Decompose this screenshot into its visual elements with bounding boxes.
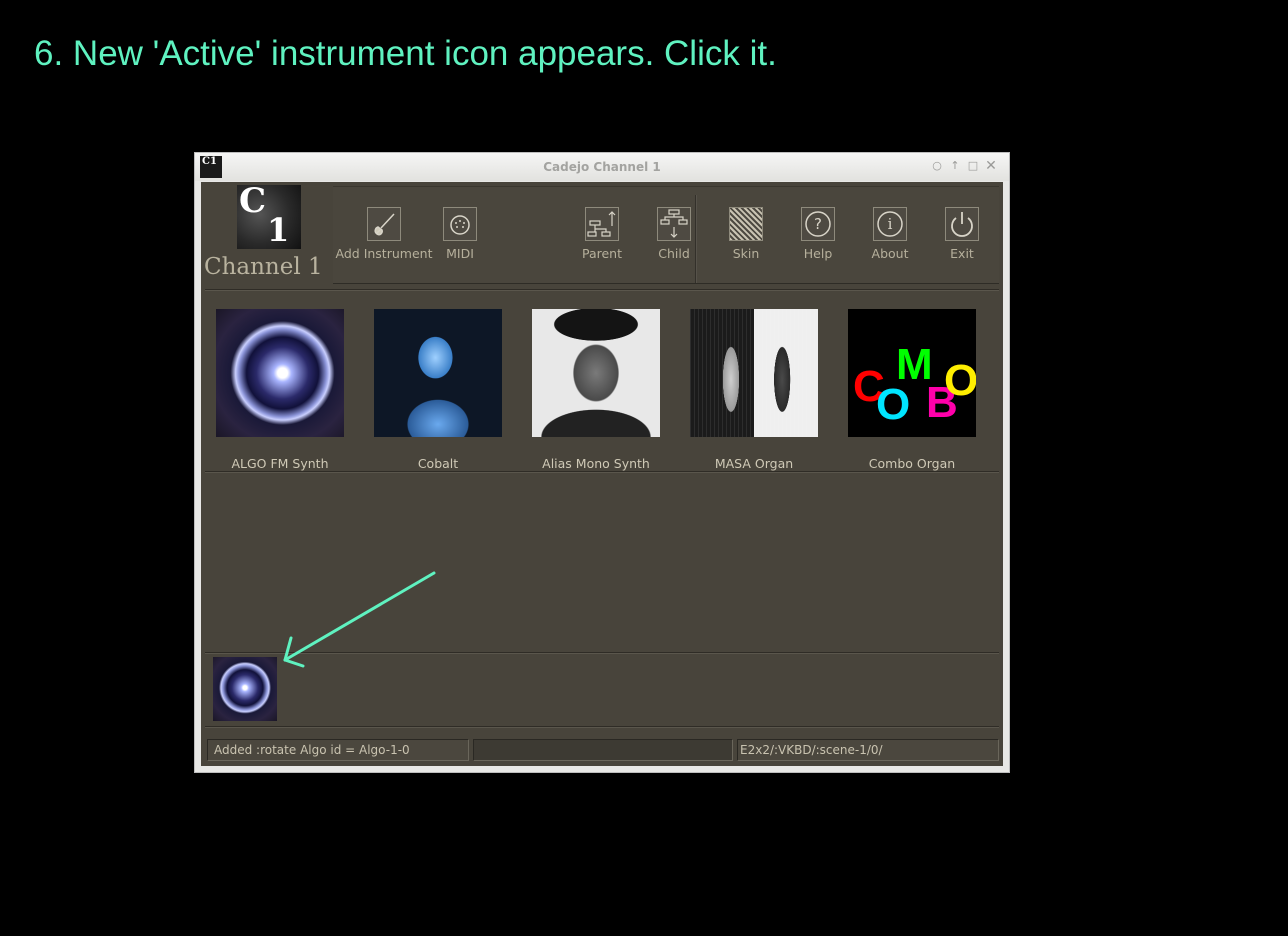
channel-label: Channel 1 — [204, 254, 323, 280]
circle-icon[interactable]: ○ — [930, 159, 944, 173]
alias-thumbnail — [532, 309, 660, 437]
tool-label: Skin — [732, 246, 760, 261]
tool-label: Help — [803, 246, 833, 261]
instrument-label: MASA Organ — [714, 456, 794, 471]
instrument-label: ALGO FM Synth — [231, 456, 329, 471]
status-path-text: E2x2/:VKBD/:scene-1/0/ — [740, 743, 883, 757]
svg-text:?: ? — [814, 215, 822, 233]
instrument-label: Cobalt — [417, 456, 459, 471]
midi-button[interactable]: MIDI — [425, 207, 495, 261]
instrument-label: Combo Organ — [868, 456, 956, 471]
instrument-algo-fm-synth[interactable]: ALGO FM Synth — [205, 309, 355, 471]
power-icon — [945, 207, 979, 241]
midi-connector-icon — [443, 207, 477, 241]
progress-bar — [473, 739, 733, 761]
instrument-alias-mono-synth[interactable]: Alias Mono Synth — [521, 309, 671, 471]
tool-label: Add Instrument — [335, 246, 433, 261]
tool-label: Child — [658, 246, 690, 261]
tool-label: Parent — [581, 246, 622, 261]
add-instrument-button[interactable]: Add Instrument — [333, 207, 435, 261]
help-button[interactable]: ? Help — [783, 207, 853, 261]
channel-logo: C 1 — [237, 181, 301, 249]
skin-button[interactable]: Skin — [711, 207, 781, 261]
window-title: Cadejo Channel 1 — [543, 160, 661, 174]
parent-button[interactable]: Parent — [567, 207, 637, 261]
tree-down-icon — [657, 207, 691, 241]
channel-header: C 1 Channel 1 — [201, 181, 329, 282]
instrument-masa-organ[interactable]: MASA Organ — [679, 309, 829, 471]
cobalt-thumbnail — [374, 309, 502, 437]
instrument-cobalt[interactable]: Cobalt — [363, 309, 513, 471]
active-instrument-icon[interactable] — [213, 657, 277, 721]
divider — [205, 289, 999, 291]
maximize-icon[interactable]: □ — [966, 159, 980, 173]
algo-thumbnail — [216, 309, 344, 437]
tree-up-icon — [585, 207, 619, 241]
about-button[interactable]: i About — [855, 207, 925, 261]
texture-icon — [729, 207, 763, 241]
tool-label: About — [871, 246, 909, 261]
close-icon[interactable]: ✕ — [984, 159, 998, 173]
exit-button[interactable]: Exit — [927, 207, 997, 261]
instrument-combo-organ[interactable]: C O M B O Combo Organ — [837, 309, 987, 471]
title-bar[interactable]: C1 Cadejo Channel 1 ○ ↑ □ ✕ — [195, 153, 1009, 181]
violin-icon — [367, 207, 401, 241]
masa-thumbnail — [690, 309, 818, 437]
divider — [205, 471, 999, 473]
channel-panel: C 1 Channel 1 Add Instrument MIDI Parent… — [201, 181, 1003, 766]
divider — [205, 726, 999, 728]
tool-label: Exit — [950, 246, 974, 261]
instruction-caption: 6. New 'Active' instrument icon appears.… — [34, 34, 777, 73]
tool-label: MIDI — [446, 246, 474, 261]
cadejo-window: C1 Cadejo Channel 1 ○ ↑ □ ✕ C 1 Channel … — [194, 152, 1010, 773]
status-message: Added :rotate Algo id = Algo-1-0 — [207, 739, 469, 761]
status-path: E2x2/:VKBD/:scene-1/0/ — [737, 739, 999, 761]
status-message-text: Added :rotate Algo id = Algo-1-0 — [214, 743, 410, 757]
combo-letter-o2: O — [944, 356, 976, 405]
info-icon: i — [873, 207, 907, 241]
logo-number: 1 — [267, 211, 290, 249]
child-button[interactable]: Child — [639, 207, 709, 261]
toolbar: Add Instrument MIDI Parent Child Skin ? … — [333, 186, 999, 284]
instrument-label: Alias Mono Synth — [542, 456, 650, 471]
status-bar: Added :rotate Algo id = Algo-1-0 E2x2/:V… — [203, 733, 1001, 763]
logo-letter: C — [239, 181, 267, 221]
combo-thumbnail: C O M B O — [848, 309, 976, 437]
arrow-up-icon[interactable]: ↑ — [948, 159, 962, 173]
question-icon: ? — [801, 207, 835, 241]
divider — [205, 652, 999, 654]
svg-text:i: i — [888, 215, 893, 233]
